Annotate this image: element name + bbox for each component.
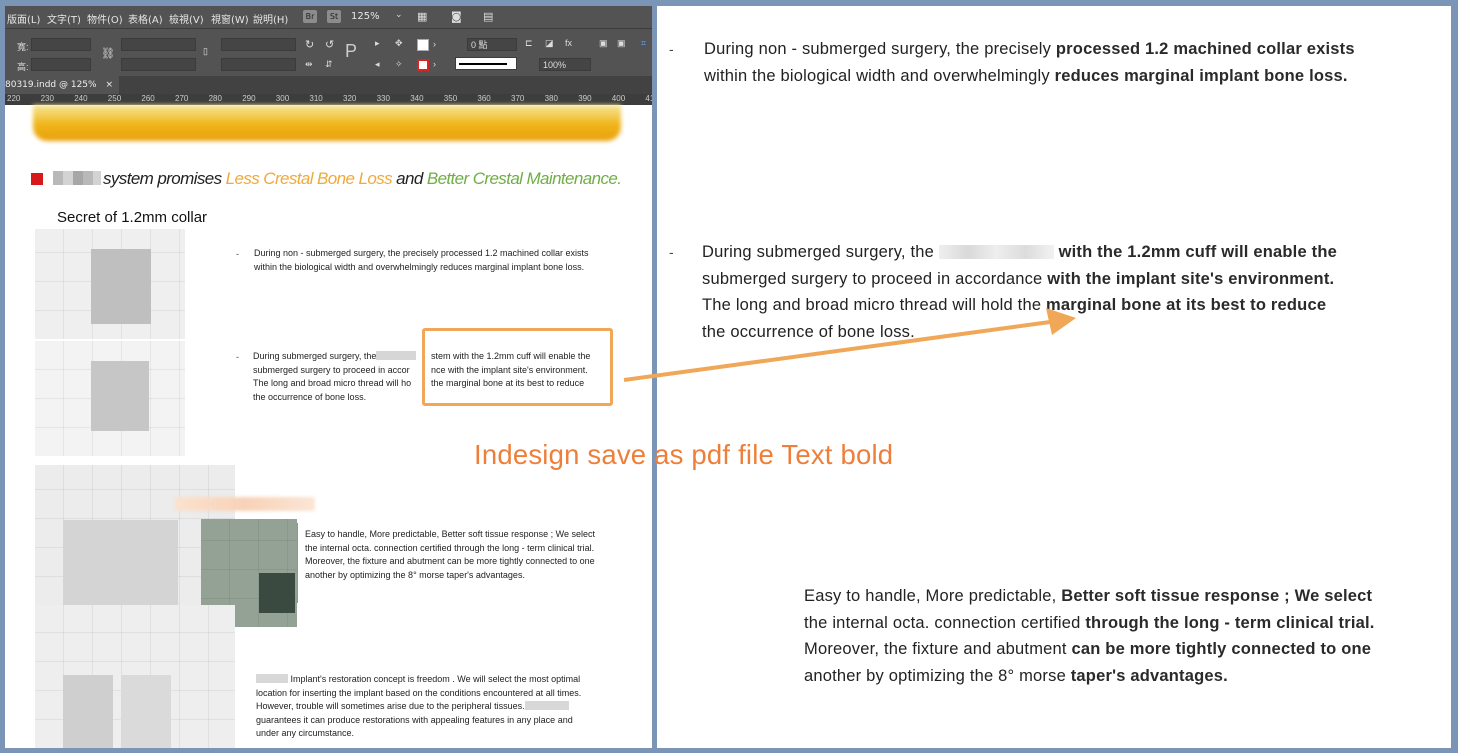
arrow-head	[1046, 308, 1076, 335]
annotation-arrow	[623, 308, 1076, 382]
arrow-shaft	[623, 320, 1051, 382]
annotation-caption: Indesign save as pdf file Text bold	[474, 439, 894, 470]
